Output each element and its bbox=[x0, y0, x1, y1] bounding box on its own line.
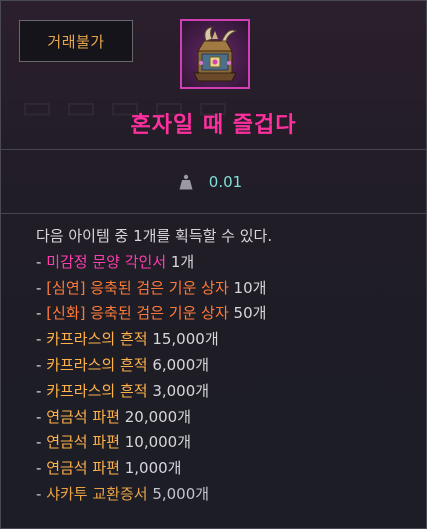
reward-bullet: - bbox=[36, 484, 47, 503]
reward-bullet: - bbox=[36, 355, 47, 374]
item-tooltip: ▭ ▭ ▭ ▭ ▭ 거래불가 혼자일 때 즐겁다 0.01 다음 아이템 중 1… bbox=[0, 0, 427, 529]
reward-quantity: 1,000개 bbox=[119, 459, 182, 478]
reward-quantity: 10개 bbox=[228, 278, 267, 297]
reward-name: 카프라스의 흔적 bbox=[46, 355, 148, 374]
reward-name: 카프라스의 흔적 bbox=[46, 330, 148, 349]
reward-item: - 샤카투 교환증서 5,000개 bbox=[36, 482, 426, 508]
reward-quantity: 6,000개 bbox=[147, 355, 210, 374]
reward-bullet: - bbox=[36, 407, 47, 426]
reward-quantity: 20,000개 bbox=[119, 407, 192, 426]
tooltip-body: 다음 아이템 중 1개를 획득할 수 있다. - 미감정 문양 각인서 1개 - … bbox=[1, 214, 426, 508]
untradeable-badge: 거래불가 bbox=[19, 20, 133, 62]
reward-item: - 카프라스의 흔적 15,000개 bbox=[36, 327, 426, 353]
weight-icon bbox=[179, 174, 193, 189]
item-description: 다음 아이템 중 1개를 획득할 수 있다. bbox=[36, 227, 273, 245]
weight-row: 0.01 bbox=[1, 150, 426, 214]
reward-quantity: 10,000개 bbox=[119, 433, 192, 452]
reward-list: - 미감정 문양 각인서 1개 - [심연] 응축된 검은 기운 상자 10개 - … bbox=[36, 250, 426, 508]
reward-name: 연금석 파편 bbox=[46, 433, 120, 452]
tooltip-header: 거래불가 혼자일 때 즐겁다 bbox=[1, 1, 426, 150]
reward-name: [심연] 응축된 검은 기운 상자 bbox=[46, 278, 229, 297]
reward-name: [신화] 응축된 검은 기운 상자 bbox=[46, 304, 229, 323]
reward-item: - 연금석 파편 10,000개 bbox=[36, 430, 426, 456]
reward-quantity: 15,000개 bbox=[147, 330, 219, 349]
reward-bullet: - bbox=[36, 433, 47, 452]
reward-quantity: 5,000개 bbox=[147, 484, 210, 503]
reward-item: - [심연] 응축된 검은 기운 상자 10개 bbox=[36, 276, 426, 302]
weight-value: 0.01 bbox=[208, 172, 243, 191]
reward-bullet: - bbox=[36, 278, 47, 297]
reward-item: - 연금석 파편 20,000개 bbox=[36, 405, 426, 431]
reward-item: - 연금석 파편 1,000개 bbox=[36, 456, 426, 482]
reward-bullet: - bbox=[36, 381, 47, 400]
reward-name: 샤카투 교환증서 bbox=[46, 484, 148, 503]
reward-bullet: - bbox=[36, 330, 47, 349]
reward-item: - 미감정 문양 각인서 1개 bbox=[36, 250, 426, 276]
reward-quantity: 1개 bbox=[166, 252, 195, 271]
ornate-chest-icon bbox=[180, 19, 250, 89]
reward-bullet: - bbox=[36, 304, 47, 323]
reward-name: 연금석 파편 bbox=[46, 459, 120, 478]
reward-bullet: - bbox=[36, 459, 47, 478]
reward-quantity: 3,000개 bbox=[147, 381, 210, 400]
item-name: 혼자일 때 즐겁다 bbox=[130, 113, 297, 138]
reward-name: 미감정 문양 각인서 bbox=[46, 252, 167, 271]
reward-bullet: - bbox=[36, 252, 47, 271]
untradeable-label: 거래불가 bbox=[47, 32, 105, 51]
reward-item: - 카프라스의 흔적 6,000개 bbox=[36, 353, 426, 379]
reward-item: - 카프라스의 흔적 3,000개 bbox=[36, 379, 426, 405]
reward-name: 카프라스의 흔적 bbox=[46, 381, 148, 400]
reward-name: 연금석 파편 bbox=[46, 407, 120, 426]
reward-quantity: 50개 bbox=[228, 304, 267, 323]
reward-item: - [신화] 응축된 검은 기운 상자 50개 bbox=[36, 301, 426, 327]
